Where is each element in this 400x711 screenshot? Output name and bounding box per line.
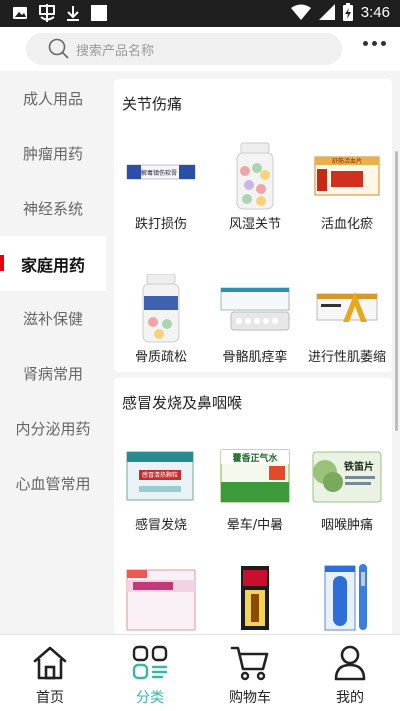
sidebar-item-label: 内分泌用药 — [15, 420, 91, 438]
download-icon — [67, 6, 79, 21]
package-text: 解毒镇伤软膏 — [141, 169, 177, 177]
sidebar-item-label: 家庭用药 — [20, 255, 85, 275]
package-text: 舒筋活血片 — [332, 157, 362, 165]
user-icon — [334, 645, 366, 681]
wifi-icon — [290, 4, 311, 20]
product-image — [123, 562, 199, 632]
app-notification-icon — [39, 4, 55, 22]
section-cold-fever: 感冒发烧及鼻咽喉 感冒清热颗粒 感冒发烧 藿香正气水 晕车/中暑 铁笛片 咽喉肿… — [114, 378, 392, 634]
product-item[interactable] — [302, 562, 392, 634]
dot-icon — [363, 41, 368, 46]
top-bar: 搜索产品名称 — [0, 27, 400, 71]
sidebar-item-kidney[interactable]: 肾病常用 — [0, 346, 106, 401]
category-sidebar: 成人用品 肿瘤用药 神经系统 家庭用药 滋补保健 肾病常用 内分泌用药 心血管常… — [0, 71, 106, 634]
product-item[interactable]: 铁笛片 咽喉肿痛 — [302, 442, 392, 533]
signal-icon — [318, 4, 335, 20]
sidebar-item-neuro[interactable]: 神经系统 — [0, 181, 106, 236]
sidebar-item-family-medicine[interactable]: 家庭用药 — [0, 236, 106, 291]
product-image — [309, 562, 385, 632]
tab-label: 分类 — [136, 690, 164, 706]
product-content: 关节伤痛 解毒镇伤软膏 跌打损伤 风湿关节 舒筋活血片 活血化瘀 骨质疏松 骨骼… — [106, 71, 400, 634]
sidebar-item-endocrine[interactable]: 内分泌用药 — [0, 401, 106, 456]
product-item[interactable]: 骨质疏松 — [116, 273, 206, 365]
product-item[interactable]: 解毒镇伤软膏 跌打损伤 — [116, 141, 206, 232]
sidebar-item-supplements[interactable]: 滋补保健 — [0, 291, 106, 346]
search-placeholder: 搜索产品名称 — [76, 43, 155, 59]
product-image: 藿香正气水 — [217, 442, 293, 512]
dot-icon — [372, 41, 377, 46]
product-image: 感冒清热颗粒 — [123, 442, 199, 512]
product-label: 活血化瘀 — [320, 217, 373, 232]
sidebar-item-label: 肿瘤用药 — [22, 145, 83, 163]
square-icon — [91, 5, 107, 21]
product-item[interactable]: 感冒清热颗粒 感冒发烧 — [116, 442, 206, 533]
product-item[interactable]: 风湿关节 — [210, 141, 300, 232]
status-bar: 3:46 — [0, 0, 400, 27]
sidebar-item-oncology[interactable]: 肿瘤用药 — [0, 126, 106, 181]
search-input[interactable]: 搜索产品名称 — [26, 33, 342, 65]
product-image — [309, 274, 385, 344]
section-joint-pain: 关节伤痛 解毒镇伤软膏 跌打损伤 风湿关节 舒筋活血片 活血化瘀 骨质疏松 骨骼… — [114, 79, 392, 372]
sidebar-item-label: 心血管常用 — [15, 475, 91, 493]
product-item[interactable]: 进行性肌萎缩 — [302, 274, 392, 365]
sidebar-item-label: 肾病常用 — [22, 365, 83, 383]
tab-label: 购物车 — [229, 690, 271, 706]
package-text: 感冒清热颗粒 — [142, 471, 178, 479]
status-time: 3:46 — [360, 3, 390, 21]
cart-icon — [230, 646, 269, 681]
product-image: 铁笛片 — [309, 442, 385, 512]
product-label: 咽喉肿痛 — [320, 518, 373, 533]
product-item[interactable]: 舒筋活血片 活血化瘀 — [302, 141, 392, 232]
product-label: 感冒发烧 — [134, 518, 187, 533]
search-icon — [48, 38, 69, 59]
tab-home[interactable]: 首页 — [0, 635, 100, 711]
category-icon — [132, 645, 168, 680]
sidebar-item-label: 滋补保健 — [22, 310, 83, 328]
package-text: 铁笛片 — [344, 460, 374, 473]
tab-cart[interactable]: 购物车 — [200, 635, 300, 711]
dot-icon — [381, 41, 386, 46]
battery-icon — [342, 3, 353, 21]
package-text: 藿香正气水 — [232, 452, 278, 464]
product-image: 舒筋活血片 — [309, 141, 385, 211]
content-scrollbar[interactable] — [395, 151, 398, 431]
product-image — [217, 141, 293, 211]
section-title: 关节伤痛 — [122, 95, 183, 113]
sidebar-item-label: 神经系统 — [22, 200, 83, 218]
product-item[interactable]: 藿香正气水 晕车/中暑 — [210, 442, 300, 533]
product-image: 解毒镇伤软膏 — [123, 141, 199, 211]
tab-label: 首页 — [36, 690, 64, 706]
product-item[interactable]: 骨骼肌痉挛 — [210, 274, 300, 365]
product-label: 跌打损伤 — [134, 217, 187, 232]
product-item[interactable] — [116, 562, 206, 634]
product-image — [217, 562, 293, 632]
tab-category[interactable]: 分类 — [100, 635, 200, 711]
more-menu-button[interactable] — [363, 41, 386, 46]
product-item[interactable] — [210, 562, 300, 634]
image-icon — [13, 7, 27, 19]
product-label: 风湿关节 — [228, 217, 281, 232]
sidebar-item-label: 成人用品 — [22, 90, 83, 108]
tab-profile[interactable]: 我的 — [300, 635, 400, 711]
product-label: 晕车/中暑 — [226, 518, 284, 533]
bottom-tab-bar: 首页 分类 购物车 我的 — [0, 634, 400, 711]
product-label: 骨骼肌痉挛 — [222, 350, 288, 365]
product-image — [123, 273, 199, 344]
sidebar-item-adult[interactable]: 成人用品 — [0, 71, 106, 126]
product-image — [217, 274, 293, 344]
product-label: 骨质疏松 — [134, 350, 187, 365]
tab-label: 我的 — [336, 690, 364, 706]
home-icon — [33, 646, 67, 680]
product-label: 进行性肌萎缩 — [307, 350, 386, 365]
section-title: 感冒发烧及鼻咽喉 — [122, 394, 243, 412]
sidebar-item-cardio[interactable]: 心血管常用 — [0, 456, 106, 511]
